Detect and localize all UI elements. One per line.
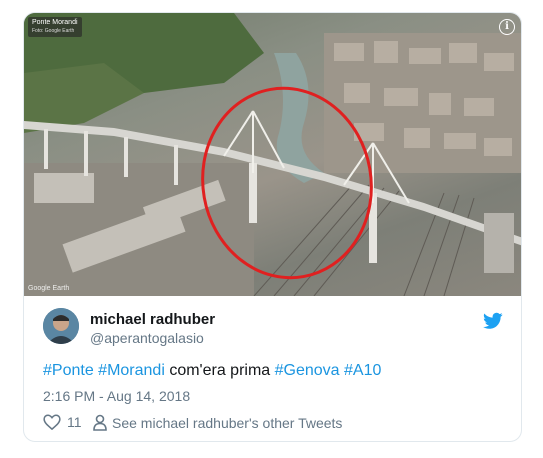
aerial-photo [24, 13, 521, 296]
author-display-name[interactable]: michael radhuber [90, 311, 215, 328]
tweet-image[interactable]: Ponte Morandi Foto: Google Earth i Googl… [24, 13, 521, 296]
hashtag-genova[interactable]: #Genova [275, 362, 340, 379]
map-subtitle: Foto: Google Earth [32, 28, 75, 34]
tweet-timestamp[interactable]: 2:16 PM - Aug 14, 2018 [43, 388, 190, 404]
hashtag-morandi[interactable]: #Morandi [98, 362, 165, 379]
twitter-bird-icon[interactable] [483, 312, 503, 330]
map-title: Ponte Morandi [32, 19, 78, 26]
tweet-actions: 11 See michael radhuber's other Tweets [43, 414, 513, 434]
like-count: 11 [67, 414, 82, 430]
text-body: com'era prima [164, 362, 275, 379]
hashtag-ponte[interactable]: #Ponte [43, 362, 94, 379]
hashtag-a10[interactable]: #A10 [344, 362, 381, 379]
other-tweets-link[interactable]: See michael radhuber's other Tweets [92, 414, 342, 431]
person-icon [93, 414, 107, 431]
map-label: Ponte Morandi Foto: Google Earth [28, 17, 82, 37]
tweet-author: michael radhuber @aperantogalasio [43, 308, 503, 348]
avatar[interactable] [43, 308, 79, 344]
avatar-image [43, 308, 79, 344]
author-handle[interactable]: @aperantogalasio [90, 330, 204, 346]
tweet-text: #Ponte #Morandi com'era prima #Genova #A… [43, 362, 381, 380]
info-icon[interactable]: i [499, 19, 515, 35]
other-tweets-label: See michael radhuber's other Tweets [112, 414, 343, 431]
heart-icon [43, 414, 61, 430]
like-button[interactable]: 11 [43, 414, 82, 430]
google-earth-watermark: Google Earth [28, 285, 70, 292]
tweet-card: Ponte Morandi Foto: Google Earth i Googl… [23, 12, 522, 442]
